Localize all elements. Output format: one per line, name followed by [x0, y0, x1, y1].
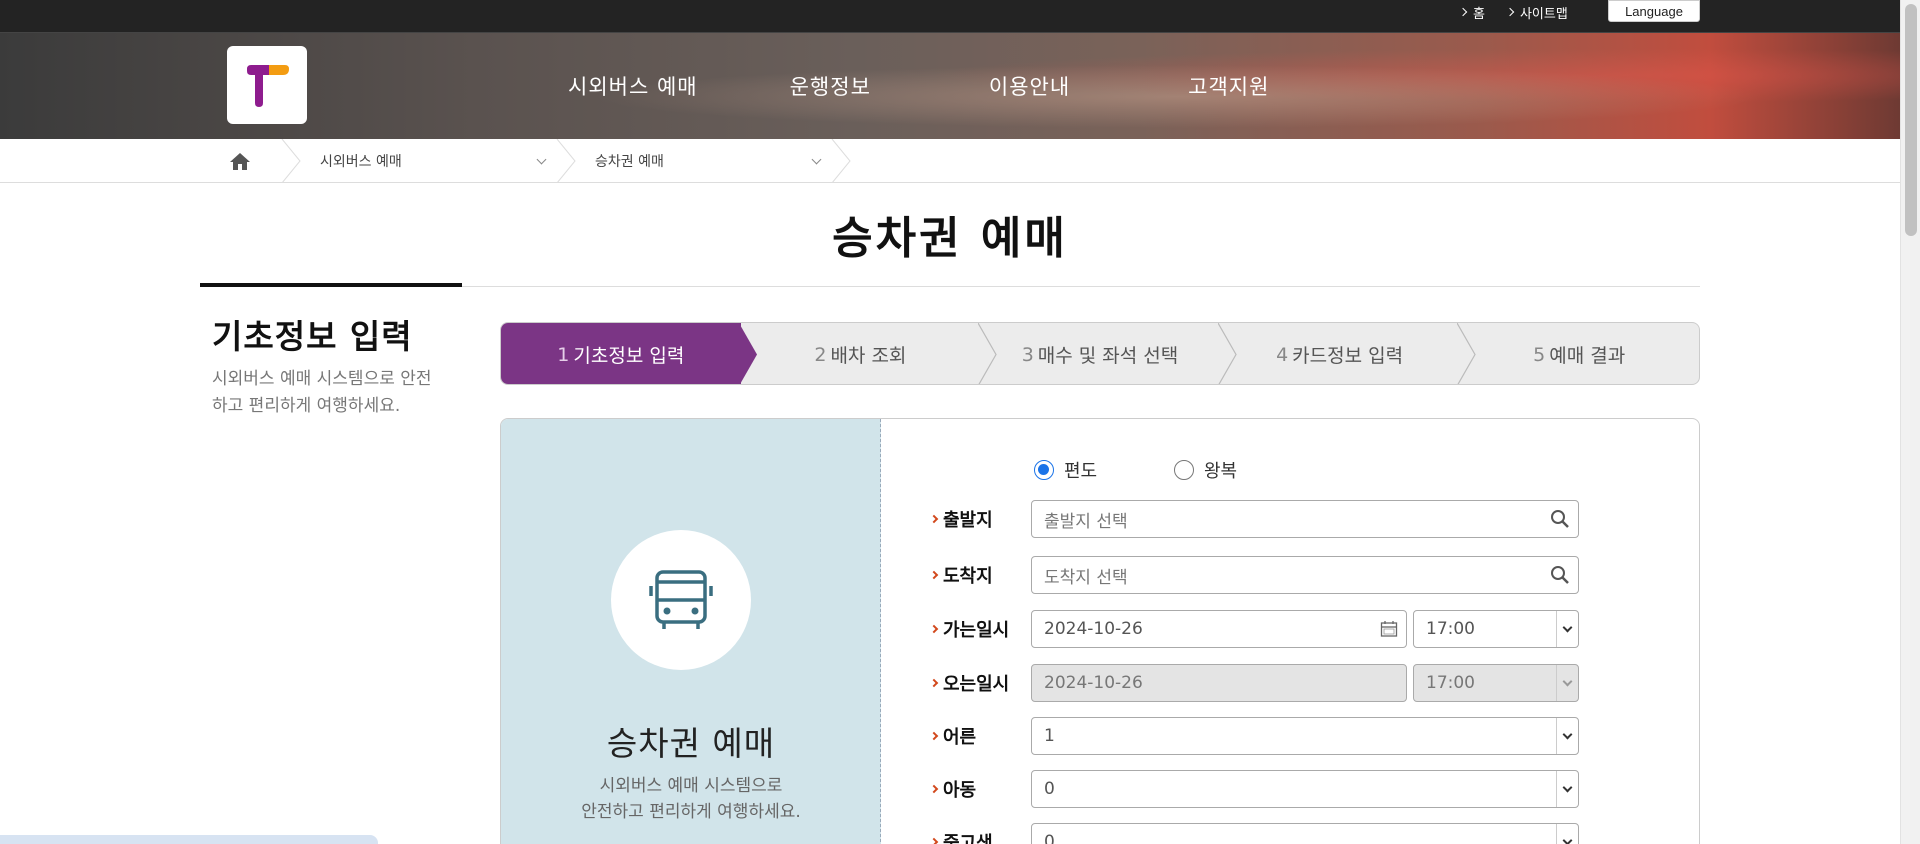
vertical-scrollbar[interactable]	[1900, 0, 1920, 844]
adult-row: 어른 1	[929, 717, 1649, 755]
section-description: 시외버스 예매 시스템으로 안전하고 편리하게 여행하세요.	[212, 369, 432, 416]
nav-usage-guide[interactable]: 이용안내	[989, 71, 1070, 101]
panel-intro: 승차권 예매 시외버스 예매 시스템으로 안전하고 편리하게 여행하세요.	[501, 419, 881, 844]
breadcrumb-separator	[556, 139, 576, 183]
arrive-label: 도착지	[929, 562, 1031, 588]
student-label: 중고생	[929, 829, 1031, 844]
nav-operation-info[interactable]: 운행정보	[790, 71, 871, 101]
arrive-input[interactable]: 도착지 선택	[1031, 556, 1579, 594]
step-arrow	[738, 323, 757, 384]
radio-checked-icon[interactable]	[1034, 460, 1054, 480]
breadcrumb-separator	[281, 139, 301, 183]
booking-form: 편도 왕복 출발지 출발지 선택 도착지 도착지 선택 가는일시 2024-10…	[881, 419, 1699, 844]
sitemap-link[interactable]: 사이트맵	[1505, 3, 1568, 22]
depart-label: 출발지	[929, 506, 1031, 532]
return-time-select[interactable]: 17:00	[1413, 664, 1579, 702]
step-card-info: 4 카드정보 입력	[1220, 323, 1477, 384]
divider-accent	[200, 283, 462, 287]
radio-unchecked-icon[interactable]	[1174, 460, 1194, 480]
go-time-select[interactable]: 17:00	[1413, 610, 1579, 648]
depart-input[interactable]: 출발지 선택	[1031, 500, 1579, 538]
depart-row: 출발지 출발지 선택	[929, 500, 1649, 538]
arrive-row: 도착지 도착지 선택	[929, 556, 1649, 594]
chevron-down-icon[interactable]	[1556, 611, 1578, 647]
chevron-right-icon	[1505, 7, 1515, 17]
nav-customer-support[interactable]: 고객지원	[1188, 71, 1269, 101]
breadcrumb: 시외버스 예매 승차권 예매	[0, 139, 1900, 183]
step-arrow	[978, 323, 997, 384]
adult-label: 어른	[929, 723, 1031, 749]
round-trip-radio[interactable]: 왕복	[1174, 457, 1314, 483]
panel-description: 시외버스 예매 시스템으로 안전하고 편리하게 여행하세요.	[581, 776, 801, 822]
chevron-down-icon	[811, 154, 822, 164]
chevron-right-icon	[1458, 7, 1468, 17]
nav-intercity-bus-booking[interactable]: 시외버스 예매	[568, 71, 698, 101]
breadcrumb-separator	[831, 139, 851, 183]
chevron-right-icon	[929, 624, 939, 634]
page-title: 승차권 예매	[832, 213, 1068, 264]
return-datetime-label: 오는일시	[929, 670, 1031, 696]
header: 시외버스 예매 운행정보 이용안내 고객지원	[0, 33, 1900, 139]
top-links: 홈 사이트맵	[1458, 0, 1568, 24]
adult-count-select[interactable]: 1	[1031, 717, 1579, 755]
chevron-right-icon	[929, 731, 939, 741]
chevron-down-icon	[536, 154, 547, 164]
search-icon[interactable]	[1550, 565, 1570, 585]
student-row: 중고생 0	[929, 823, 1649, 844]
step-arrow	[1457, 323, 1477, 384]
chevron-right-icon	[929, 678, 939, 688]
chevron-right-icon	[929, 784, 939, 794]
step-arrow	[1217, 323, 1237, 384]
main-navigation: 시외버스 예매 운행정보 이용안내 고객지원	[568, 71, 1361, 101]
panel-title: 승차권 예매	[606, 724, 776, 763]
chevron-right-icon	[929, 570, 939, 580]
child-row: 아동 0	[929, 770, 1649, 808]
chevron-down-icon[interactable]	[1556, 718, 1578, 754]
step-dispatch-search: 2 배차 조회	[741, 323, 997, 384]
section-title: 기초정보 입력	[212, 317, 413, 356]
calendar-icon[interactable]	[1380, 620, 1398, 638]
step-seat-select: 3 매수 및 좌석 선택	[980, 323, 1237, 384]
status-bar	[0, 835, 378, 844]
scrollbar-thumb[interactable]	[1905, 4, 1917, 236]
booking-panel: 승차권 예매 시외버스 예매 시스템으로 안전하고 편리하게 여행하세요. 편도…	[500, 418, 1700, 844]
go-date-input[interactable]: 2024-10-26	[1031, 610, 1407, 648]
chevron-down-icon[interactable]	[1556, 771, 1578, 807]
trip-type-radio-group: 편도 왕복	[1034, 457, 1314, 483]
step-booking-result: 5 예매 결과	[1533, 343, 1626, 368]
breadcrumb-level1-select[interactable]: 시외버스 예매	[320, 139, 547, 183]
home-link[interactable]: 홈	[1458, 3, 1485, 22]
progress-steps: 1 기초정보 입력 2 배차 조회 3 매수 및 좌석 선택 4 카드정보 입력 5 예매…	[500, 322, 1700, 385]
home-icon[interactable]	[200, 139, 280, 183]
return-date-input[interactable]: 2024-10-26	[1031, 664, 1407, 702]
top-utility-bar: 홈 사이트맵 Language	[0, 0, 1900, 33]
student-count-select[interactable]: 0	[1031, 823, 1579, 844]
child-label: 아동	[929, 776, 1031, 802]
chevron-right-icon	[929, 514, 939, 524]
chevron-right-icon	[929, 837, 939, 844]
search-icon[interactable]	[1550, 509, 1570, 529]
one-way-radio[interactable]: 편도	[1034, 457, 1174, 483]
breadcrumb-level2-select[interactable]: 승차권 예매	[595, 139, 822, 183]
return-datetime-row: 오는일시 2024-10-26 17:00	[929, 664, 1649, 702]
chevron-down-icon[interactable]	[1556, 824, 1578, 844]
step-basic-info: 1 기초정보 입력	[501, 323, 757, 384]
child-count-select[interactable]: 0	[1031, 770, 1579, 808]
language-button[interactable]: Language	[1608, 0, 1700, 22]
go-datetime-row: 가는일시 2024-10-26 17:00	[929, 610, 1649, 648]
go-datetime-label: 가는일시	[929, 616, 1031, 642]
chevron-down-icon[interactable]	[1556, 665, 1578, 701]
bus-icon	[611, 530, 751, 670]
tmoney-logo-icon[interactable]	[227, 46, 307, 124]
